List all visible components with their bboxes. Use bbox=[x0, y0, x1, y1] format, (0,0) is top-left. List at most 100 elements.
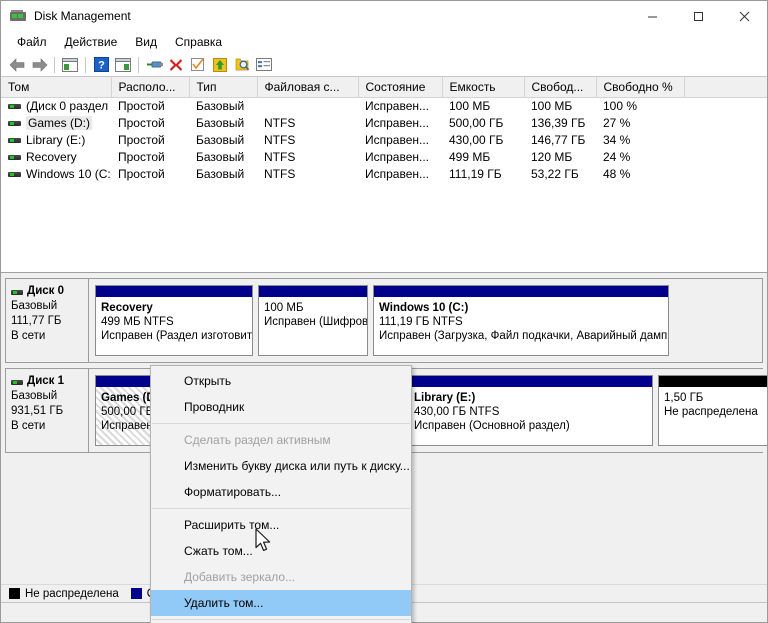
volume-free-percent-cell: 48 % bbox=[603, 166, 631, 181]
volume-status-cell: Исправен... bbox=[365, 132, 430, 147]
partition-info: 1,50 ГБ Не распределена bbox=[659, 387, 767, 445]
disk-panel: Диск 0 Базовый 111,77 ГБ В сети Recovery 499 … bbox=[5, 278, 763, 363]
partition-size: 100 МБ bbox=[264, 302, 304, 314]
disk-type: Базовый bbox=[11, 390, 58, 402]
menu-action[interactable]: Действие bbox=[57, 33, 126, 51]
volume-free-percent-cell: 34 % bbox=[603, 132, 631, 147]
legend-unallocated: Не распределена bbox=[9, 588, 119, 600]
rescan-disks-icon[interactable] bbox=[143, 54, 165, 76]
context-menu[interactable]: Открыть Проводник Сделать раздел активным И… bbox=[150, 365, 412, 623]
volume-filler-cell bbox=[684, 131, 767, 148]
volume-label: (Диск 0 раздел 2) bbox=[26, 98, 111, 113]
volume-capacity-cell: 499 МБ bbox=[449, 149, 491, 164]
show-console-tree-icon[interactable] bbox=[59, 54, 81, 76]
disk-size: 111,77 ГБ bbox=[11, 315, 62, 327]
disk-name: Диск 0 bbox=[27, 285, 65, 297]
column-layout[interactable]: Располо... bbox=[111, 77, 190, 98]
table-row[interactable]: Library (E:) Простой Базовый NTFS Исправен..… bbox=[1, 131, 767, 148]
volume-filler-cell bbox=[684, 97, 767, 114]
disk-state: В сети bbox=[11, 330, 46, 342]
column-type[interactable]: Тип bbox=[189, 77, 258, 98]
volume-filler-cell bbox=[684, 165, 767, 182]
list-view-icon[interactable] bbox=[253, 54, 275, 76]
volume-free-cell: 146,77 ГБ bbox=[531, 132, 586, 147]
volume-free-percent-cell: 100 % bbox=[603, 98, 638, 113]
back-icon[interactable] bbox=[6, 54, 28, 76]
disk-header[interactable]: Диск 1 Базовый 931,51 ГБ В сети bbox=[6, 369, 89, 452]
disk-header[interactable]: Диск 0 Базовый 111,77 ГБ В сети bbox=[6, 279, 89, 362]
show-action-pane-icon[interactable] bbox=[112, 54, 134, 76]
ctx-format[interactable]: Форматировать... bbox=[151, 479, 411, 505]
volume-filler-cell bbox=[684, 148, 767, 165]
table-row[interactable]: Windows 10 (C:) Простой Базовый NTFS Исправе… bbox=[1, 165, 767, 182]
disk-icon bbox=[11, 286, 23, 298]
partition-block[interactable]: 1,50 ГБ Не распределена bbox=[658, 375, 767, 446]
context-menu-separator bbox=[152, 619, 410, 620]
volume-label: Games (D:) bbox=[26, 115, 93, 130]
column-free-space[interactable]: Свобод... bbox=[524, 77, 597, 98]
volume-name-cell: Library (E:) bbox=[1, 131, 111, 148]
menu-view[interactable]: Вид bbox=[127, 33, 165, 51]
ctx-extend-volume[interactable]: Расширить том... bbox=[151, 512, 411, 538]
volume-label: Recovery bbox=[26, 149, 77, 164]
disk-state: В сети bbox=[11, 420, 46, 432]
table-row[interactable]: Recovery Простой Базовый NTFS Исправен... 499… bbox=[1, 148, 767, 165]
ctx-add-mirror: Добавить зеркало... bbox=[184, 570, 296, 584]
menu-help[interactable]: Справка bbox=[167, 33, 230, 51]
maximize-button[interactable] bbox=[675, 1, 721, 31]
volume-type-cell: Базовый bbox=[196, 115, 245, 130]
ctx-explore[interactable]: Проводник bbox=[151, 394, 411, 420]
partition-block[interactable]: Library (E:) 430,00 ГБ NTFS Исправен (Осно… bbox=[408, 375, 653, 446]
properties-icon[interactable] bbox=[187, 54, 209, 76]
column-volume[interactable]: Том bbox=[1, 77, 112, 98]
partition-capacity-bar bbox=[409, 376, 652, 387]
ctx-shrink-volume[interactable]: Сжать том... bbox=[151, 538, 411, 564]
partition-status: Исправен (Раздел изготовителя bbox=[101, 330, 252, 342]
partition-block[interactable]: 100 МБ Исправен (Шифрованн bbox=[258, 285, 368, 356]
disk-size: 931,51 ГБ bbox=[11, 405, 64, 417]
volume-status-cell: Исправен... bbox=[365, 166, 430, 181]
disk-management-window: Disk Management Файл Действие Вид Справк… bbox=[0, 0, 768, 623]
volume-layout-cell: Простой bbox=[118, 132, 165, 147]
partition-status: Не распределена bbox=[664, 406, 758, 418]
volume-type-cell: Базовый bbox=[196, 132, 245, 147]
minimize-button[interactable] bbox=[629, 1, 675, 31]
table-row[interactable]: (Диск 0 раздел 2) Простой Базовый Исправен.… bbox=[1, 97, 767, 114]
ctx-delete-volume[interactable]: Удалить том... bbox=[151, 590, 411, 616]
column-status[interactable]: Состояние bbox=[358, 77, 443, 98]
ctx-open[interactable]: Открыть bbox=[151, 368, 411, 394]
volume-layout-cell: Простой bbox=[118, 166, 165, 181]
column-capacity[interactable]: Емкость bbox=[442, 77, 525, 98]
close-button[interactable] bbox=[721, 1, 767, 31]
volume-type-cell: Базовый bbox=[196, 98, 245, 113]
column-free-percent[interactable]: Свободно % bbox=[596, 77, 685, 98]
drive-icon bbox=[8, 116, 21, 129]
drive-icon bbox=[8, 99, 21, 112]
legend-primary-swatch bbox=[130, 588, 142, 599]
forward-icon[interactable] bbox=[28, 54, 50, 76]
green-up-arrow-icon[interactable] bbox=[209, 54, 231, 76]
volume-name-cell: Games (D:) bbox=[1, 114, 111, 131]
partition-block[interactable]: Recovery 499 МБ NTFS Исправен (Раздел изго… bbox=[95, 285, 253, 356]
ctx-change-drive-letter[interactable]: Изменить букву диска или путь к диску... bbox=[151, 453, 411, 479]
search-icon[interactable] bbox=[231, 54, 253, 76]
context-menu-separator bbox=[152, 508, 410, 509]
context-menu-separator bbox=[152, 423, 410, 424]
volume-name-cell: Windows 10 (C:) bbox=[1, 165, 111, 182]
volume-name-cell: Recovery bbox=[1, 148, 111, 165]
partition-capacity-bar bbox=[259, 286, 367, 297]
volume-list-pane[interactable]: Том Располо... Тип Файловая с... Состоян… bbox=[1, 77, 767, 273]
volume-filesystem-cell: NTFS bbox=[264, 115, 296, 130]
menu-file[interactable]: Файл bbox=[9, 33, 55, 51]
delete-icon[interactable] bbox=[165, 54, 187, 76]
table-row[interactable]: Games (D:) Простой Базовый NTFS Исправен... 5… bbox=[1, 114, 767, 131]
volume-name-cell: (Диск 0 раздел 2) bbox=[1, 97, 111, 114]
partition-block[interactable]: Windows 10 (C:) 111,19 ГБ NTFS Исправен (З… bbox=[373, 285, 669, 356]
volume-free-percent-cell: 24 % bbox=[603, 149, 631, 164]
column-filesystem[interactable]: Файловая с... bbox=[257, 77, 359, 98]
window-controls bbox=[629, 1, 767, 31]
volume-status-cell: Исправен... bbox=[365, 98, 430, 113]
help-icon[interactable]: ? bbox=[90, 54, 112, 76]
legend-unallocated-label: Не распределена bbox=[25, 587, 119, 600]
partition-title: Recovery bbox=[101, 302, 153, 314]
